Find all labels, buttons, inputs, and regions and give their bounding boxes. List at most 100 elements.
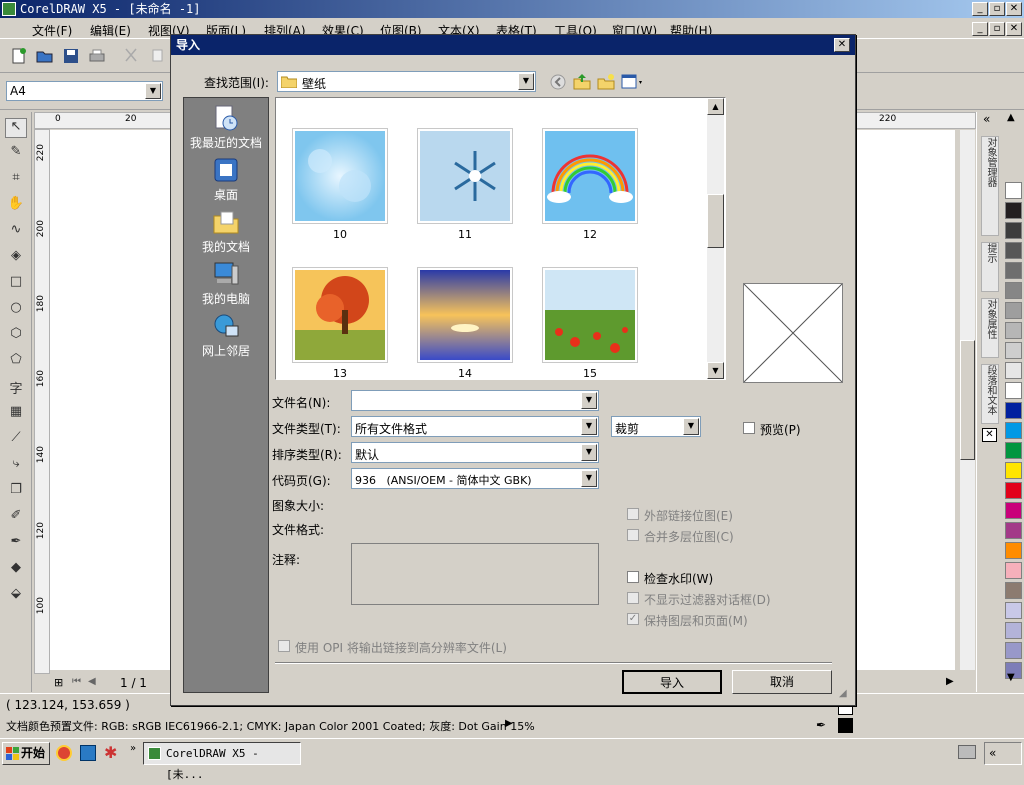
docker-object-manager[interactable]: 对象管理器 (981, 136, 999, 236)
place-recent[interactable]: 我最近的文档 (184, 104, 268, 151)
open-folder-icon[interactable] (36, 47, 54, 65)
filetype-select[interactable]: 所有文件格式 ▼ (351, 416, 599, 437)
chrome-icon[interactable] (56, 745, 72, 761)
shape-tool-icon[interactable]: ✎ (5, 144, 27, 164)
color-swatch[interactable] (1005, 502, 1022, 519)
chevron-down-icon[interactable]: ▼ (145, 83, 161, 99)
menu-edit[interactable]: 编辑(E) (90, 22, 131, 39)
thumbnail-10[interactable] (292, 128, 388, 224)
save-icon[interactable] (62, 47, 80, 65)
palette-scroll-down-icon[interactable]: ▼ (1007, 672, 1015, 683)
dialog-close-icon[interactable]: ✕ (834, 38, 850, 52)
color-swatch[interactable] (1005, 302, 1022, 319)
vertical-ruler[interactable]: 220 200 180 160 140 120 100 (34, 129, 50, 674)
first-page-icon[interactable]: ⏮ (72, 676, 81, 687)
scroll-thumb[interactable] (960, 340, 975, 460)
scroll-up-icon[interactable]: ▲ (707, 98, 724, 115)
doc-restore-icon[interactable]: ▫ (989, 22, 1005, 36)
color-swatch[interactable] (1005, 202, 1022, 219)
crop-select[interactable]: 裁剪 ▼ (611, 416, 701, 437)
color-swatch[interactable] (1005, 362, 1022, 379)
combine-layers-checkbox[interactable] (627, 529, 639, 541)
restore-icon[interactable]: ▫ (989, 2, 1005, 16)
import-button[interactable]: 导入 (622, 670, 722, 694)
basic-shapes-icon[interactable]: ⬠ (5, 352, 27, 372)
view-menu-icon[interactable] (621, 73, 645, 91)
color-swatch[interactable] (1005, 262, 1022, 279)
start-button[interactable]: 开始 (2, 742, 50, 765)
look-in-select[interactable]: 壁纸 ▼ (277, 71, 536, 92)
color-swatch[interactable] (1005, 422, 1022, 439)
coreldraw-app-icon[interactable] (2, 2, 16, 16)
interactive-fill-icon[interactable]: ⬙ (5, 586, 27, 606)
rectangle-tool-icon[interactable]: □ (5, 274, 27, 294)
opi-checkbox[interactable] (278, 640, 290, 652)
scroll-right-icon[interactable]: ▶ (946, 676, 954, 687)
dimension-tool-icon[interactable]: ⟋ (5, 430, 27, 450)
docker-object-properties[interactable]: 对象属性 (981, 298, 999, 358)
codepage-select[interactable]: 936 (ANSI/OEM - 简体中文 GBK) ▼ (351, 468, 599, 489)
menu-file[interactable]: 文件(F) (32, 22, 72, 39)
sort-select[interactable]: 默认 ▼ (351, 442, 599, 463)
color-swatch[interactable] (1005, 222, 1022, 239)
table-tool-icon[interactable]: ▦ (5, 404, 27, 424)
keep-layers-checkbox[interactable]: ✓ (627, 613, 639, 625)
color-swatch[interactable] (1005, 542, 1022, 559)
smart-fill-icon[interactable]: ◈ (5, 248, 27, 268)
docker-paragraph-text[interactable]: 段落和文本 (981, 364, 999, 424)
back-icon[interactable] (549, 73, 567, 91)
crop-tool-icon[interactable]: ⌗ (5, 170, 27, 190)
doc-close-icon[interactable]: ✕ (1006, 22, 1022, 36)
chevron-down-icon[interactable]: ▼ (683, 418, 699, 435)
pick-tool-icon[interactable]: ↖ (5, 118, 27, 138)
close-docker-icon[interactable]: ✕ (982, 428, 997, 442)
thumbnail-14[interactable] (417, 267, 513, 363)
outline-black-swatch[interactable] (838, 718, 853, 733)
external-link-checkbox[interactable] (627, 508, 639, 520)
color-swatch[interactable] (1005, 182, 1022, 199)
color-profile-text[interactable]: 文档颜色预置文件: RGB: sRGB IEC61966-2.1; CMYK: … (6, 718, 535, 734)
taskbar-coreldraw[interactable]: CorelDRAW X5 - [未... (143, 742, 301, 781)
no-filter-dialog-checkbox[interactable] (627, 592, 639, 604)
chevron-down-icon[interactable]: ▼ (581, 470, 597, 487)
fill-tool-icon[interactable]: ◆ (5, 560, 27, 580)
expand-arrow-icon[interactable]: ▶ (505, 718, 513, 729)
palette-scroll-up-icon[interactable]: ▲ (1007, 112, 1015, 123)
text-tool-icon[interactable]: 字 (5, 378, 27, 398)
outline-pen-icon[interactable]: ✒ (816, 718, 826, 732)
scroll-down-icon[interactable]: ▼ (707, 362, 724, 379)
scroll-thumb[interactable] (707, 194, 724, 248)
cut-icon[interactable] (122, 47, 140, 65)
file-list-scrollbar[interactable]: ▲ ▼ (707, 98, 724, 379)
color-swatch[interactable] (1005, 642, 1022, 659)
ie-icon[interactable] (80, 745, 96, 761)
prev-page-icon[interactable]: ◀ (88, 676, 96, 687)
place-my-documents[interactable]: 我的文档 (184, 208, 268, 255)
add-page-icon[interactable]: ⊞ (54, 676, 63, 689)
new-document-icon[interactable] (10, 47, 28, 65)
ellipse-tool-icon[interactable]: ○ (5, 300, 27, 320)
keyboard-icon[interactable] (958, 745, 976, 759)
color-swatch[interactable] (1005, 462, 1022, 479)
preview-checkbox[interactable] (743, 422, 755, 434)
color-swatch[interactable] (1005, 602, 1022, 619)
pan-tool-icon[interactable]: ✋ (5, 196, 27, 216)
up-folder-icon[interactable] (573, 73, 591, 91)
chevron-down-icon[interactable]: ▼ (581, 444, 597, 461)
color-swatch[interactable] (1005, 562, 1022, 579)
new-folder-icon[interactable] (597, 73, 615, 91)
minimize-icon[interactable]: _ (972, 2, 988, 16)
app-shortcut-icon[interactable]: ✱ (104, 743, 117, 762)
docker-hints[interactable]: 提示 (981, 242, 999, 292)
check-watermark-checkbox[interactable] (627, 571, 639, 583)
eyedropper-icon[interactable]: ✐ (5, 508, 27, 528)
connector-tool-icon[interactable]: ⤷ (5, 456, 27, 476)
thumbnail-12[interactable] (542, 128, 638, 224)
place-network[interactable]: 网上邻居 (184, 312, 268, 359)
canvas-vertical-scrollbar[interactable] (960, 130, 975, 670)
color-swatch[interactable] (1005, 402, 1022, 419)
page-size-select[interactable]: A4 ▼ (6, 81, 163, 101)
color-swatch[interactable] (1005, 522, 1022, 539)
filename-input[interactable]: ▼ (351, 390, 599, 411)
resize-grip-icon[interactable]: ◢ (839, 688, 847, 699)
